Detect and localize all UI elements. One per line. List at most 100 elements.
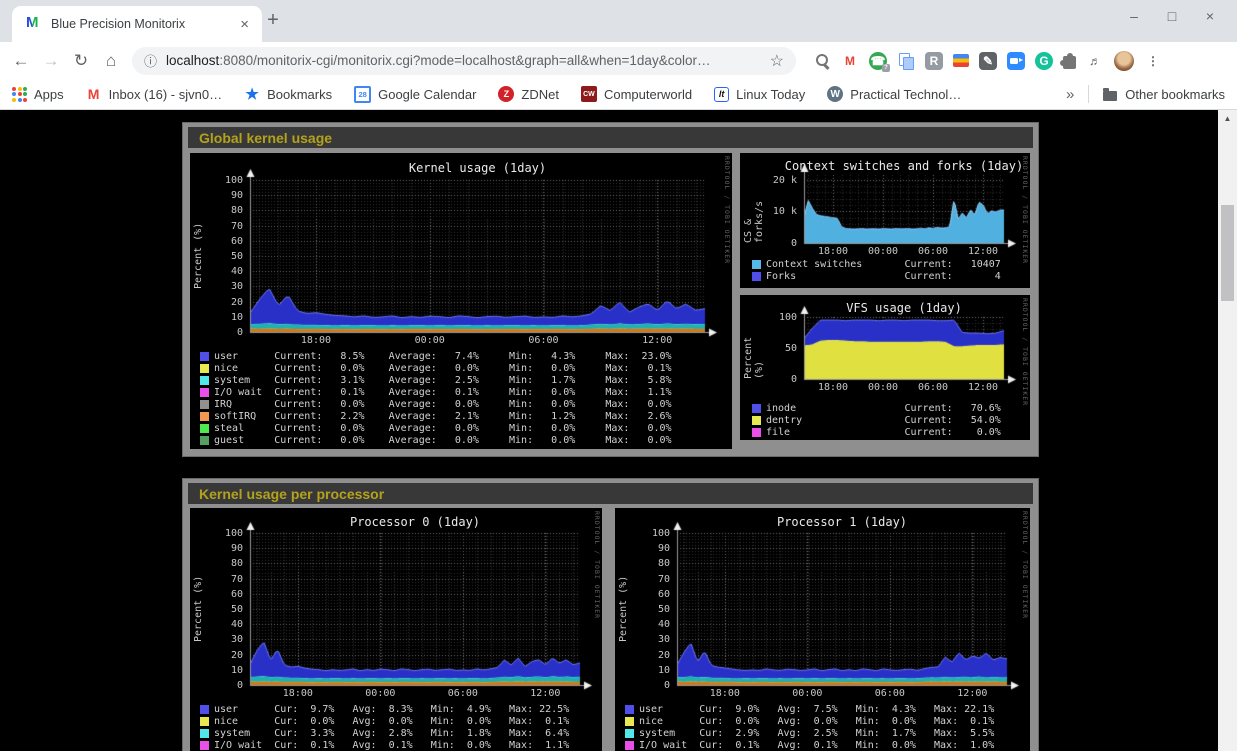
page-scrollbar[interactable]: ▲ [1218, 110, 1237, 751]
bookmark-computerworld[interactable]: CWComputerworld [581, 86, 692, 102]
legend-swatch [625, 729, 634, 738]
x-tick-label: 18:00 [276, 688, 320, 699]
chart-title: Kernel usage (1day) [409, 161, 546, 175]
tab-close-icon[interactable]: × [233, 16, 256, 33]
bookmarks-bar: Apps MInbox (16) - sjvn0… ★Bookmarks 28Goog… [0, 79, 1237, 110]
y-tick-label: 20 k [740, 175, 797, 186]
legend-text: I/O wait Current: 0.1% Average: 0.1% Min… [214, 387, 672, 398]
y-tick-label: 90 [190, 190, 243, 201]
extensions-puzzle-icon[interactable] [1063, 56, 1076, 69]
calendar-28-icon: 28 [354, 86, 371, 103]
chart-title: Context switches and forks (1day) [785, 159, 1023, 173]
chart-processor-0[interactable]: Processor 0 (1day)Percent (%)01020304050… [190, 508, 602, 751]
legend-row: file Current: 0.0% [752, 427, 1001, 438]
bookmark-google-calendar[interactable]: 28Google Calendar [354, 86, 476, 103]
chart-processor-1[interactable]: Processor 1 (1day)Percent (%)01020304050… [615, 508, 1030, 751]
legend-row: I/O wait Cur: 0.1% Avg: 0.1% Min: 0.0% M… [200, 740, 569, 751]
browser-toolbar: ← → ↻ ⌂ ⓘ localhost:8080/monitorix-cgi/m… [0, 42, 1237, 79]
browser-menu-icon[interactable]: ⋮ [1144, 52, 1162, 70]
bookmark-star-icon[interactable]: ☆ [770, 51, 784, 71]
profile-avatar[interactable] [1114, 51, 1134, 71]
chart-title: Processor 0 (1day) [350, 515, 480, 529]
legend-text: system Cur: 2.9% Avg: 2.5% Min: 1.7% Max… [639, 728, 994, 739]
bookmark-label: ZDNet [521, 87, 559, 102]
reload-icon[interactable]: ↻ [66, 51, 96, 71]
legend-swatch [625, 741, 634, 750]
bookmarks-overflow-chevron[interactable]: » [1066, 86, 1074, 103]
chart-kernel-usage[interactable]: Kernel usage (1day)Percent (%)0102030405… [190, 153, 732, 449]
legend-text: system Current: 3.1% Average: 2.5% Min: … [214, 375, 672, 386]
chart-vfs-usage[interactable]: VFS usage (1day)Percent (%)05010018:0000… [740, 295, 1030, 440]
grammarly-icon[interactable]: G [1035, 52, 1053, 70]
zoom-meeting-icon[interactable] [1007, 52, 1025, 70]
gmail-icon[interactable]: M [841, 52, 859, 70]
legend-swatch [625, 717, 634, 726]
copy-pages-icon[interactable] [897, 52, 915, 70]
y-tick-label: 90 [615, 543, 670, 554]
legend-text: IRQ Current: 0.0% Average: 0.0% Min: 0.0… [214, 399, 672, 410]
dark-notes-icon[interactable]: ✎ [979, 52, 997, 70]
section-title: Global kernel usage [199, 130, 332, 146]
legend-text: dentry Current: 54.0% [766, 415, 1001, 426]
y-tick-label: 100 [190, 528, 243, 539]
bookmark-linux-today[interactable]: ltLinux Today [714, 87, 805, 102]
legend-text: user Current: 8.5% Average: 7.4% Min: 4.… [214, 351, 672, 362]
bookmark-label: Inbox (16) - sjvn0… [109, 87, 222, 102]
search-icon[interactable] [813, 52, 831, 70]
x-tick-label: 06:00 [868, 688, 912, 699]
rrdtool-watermark: RRDTOOL / TOBI OETIKER [1021, 511, 1029, 619]
y-tick-label: 40 [190, 266, 243, 277]
tab-bar: M M Blue Precision Monitorix × + – □ × [0, 0, 1237, 42]
y-tick-label: 0 [740, 374, 797, 385]
y-tick-label: 30 [190, 634, 243, 645]
maximize-button[interactable]: □ [1153, 8, 1191, 24]
monitorix-page: Global kernel usage Kernel usage per pro… [0, 110, 1218, 751]
legend-row: Forks Current: 4 [752, 271, 1001, 282]
bookmark-apps[interactable]: Apps [12, 87, 64, 102]
bookmark-zdnet[interactable]: ZZDNet [498, 86, 559, 102]
home-icon[interactable]: ⌂ [96, 51, 126, 71]
x-tick-label: 12:00 [961, 382, 1005, 393]
y-tick-label: 10 [615, 665, 670, 676]
wordpress-icon: W [827, 86, 843, 102]
phone-extension-icon[interactable]: ☎? [869, 52, 887, 70]
legend-row: inode Current: 70.6% [752, 403, 1001, 414]
bookmark-practical-technol-[interactable]: WPractical Technol… [827, 86, 961, 102]
forward-icon[interactable]: → [36, 51, 66, 71]
close-button[interactable]: × [1191, 8, 1229, 24]
legend-swatch [200, 388, 209, 397]
other-bookmarks-button[interactable]: Other bookmarks [1125, 87, 1225, 102]
y-tick-label: 100 [190, 175, 243, 186]
legend-row: Context switches Current: 10407 [752, 259, 1001, 270]
legend-text: I/O wait Cur: 0.1% Avg: 0.1% Min: 0.0% M… [639, 740, 994, 751]
legend-swatch [200, 376, 209, 385]
browser-tab[interactable]: M M Blue Precision Monitorix × [12, 6, 262, 42]
x-tick-label: 18:00 [294, 335, 338, 346]
browser-window: M M Blue Precision Monitorix × + – □ × ←… [0, 0, 1237, 751]
reading-list-books-icon[interactable] [953, 54, 969, 67]
y-tick-label: 70 [190, 221, 243, 232]
new-tab-button[interactable]: + [260, 9, 286, 32]
legend-text: file Current: 0.0% [766, 427, 1001, 438]
page-viewport: Global kernel usage Kernel usage per pro… [0, 110, 1237, 751]
y-tick-label: 0 [190, 680, 243, 691]
x-tick-label: 00:00 [408, 335, 452, 346]
r-extension-icon[interactable]: R [925, 52, 943, 70]
scrollbar-thumb[interactable] [1221, 205, 1234, 301]
playlist-icon[interactable]: ♬ [1086, 52, 1104, 70]
bookmark-bookmarks[interactable]: ★Bookmarks [244, 86, 332, 102]
page-info-icon[interactable]: ⓘ [144, 51, 157, 70]
bookmark-inbox-16-sjvn0-[interactable]: MInbox (16) - sjvn0… [86, 86, 222, 102]
x-tick-label: 06:00 [521, 335, 565, 346]
x-tick-label: 00:00 [861, 382, 905, 393]
back-icon[interactable]: ← [6, 51, 36, 71]
chart-context-switches[interactable]: Context switches and forks (1day)CS & fo… [740, 153, 1030, 288]
address-bar[interactable]: ⓘ localhost:8080/monitorix-cgi/monitorix… [132, 47, 796, 75]
scrollbar-up-arrow[interactable]: ▲ [1218, 114, 1237, 123]
y-tick-label: 30 [190, 281, 243, 292]
legend-row: system Current: 3.1% Average: 2.5% Min: … [200, 375, 672, 386]
monitorix-favicon-icon: M M [26, 16, 42, 32]
minimize-button[interactable]: – [1115, 8, 1153, 24]
legend-swatch [200, 717, 209, 726]
rrdtool-watermark: RRDTOOL / TOBI OETIKER [1021, 298, 1029, 406]
